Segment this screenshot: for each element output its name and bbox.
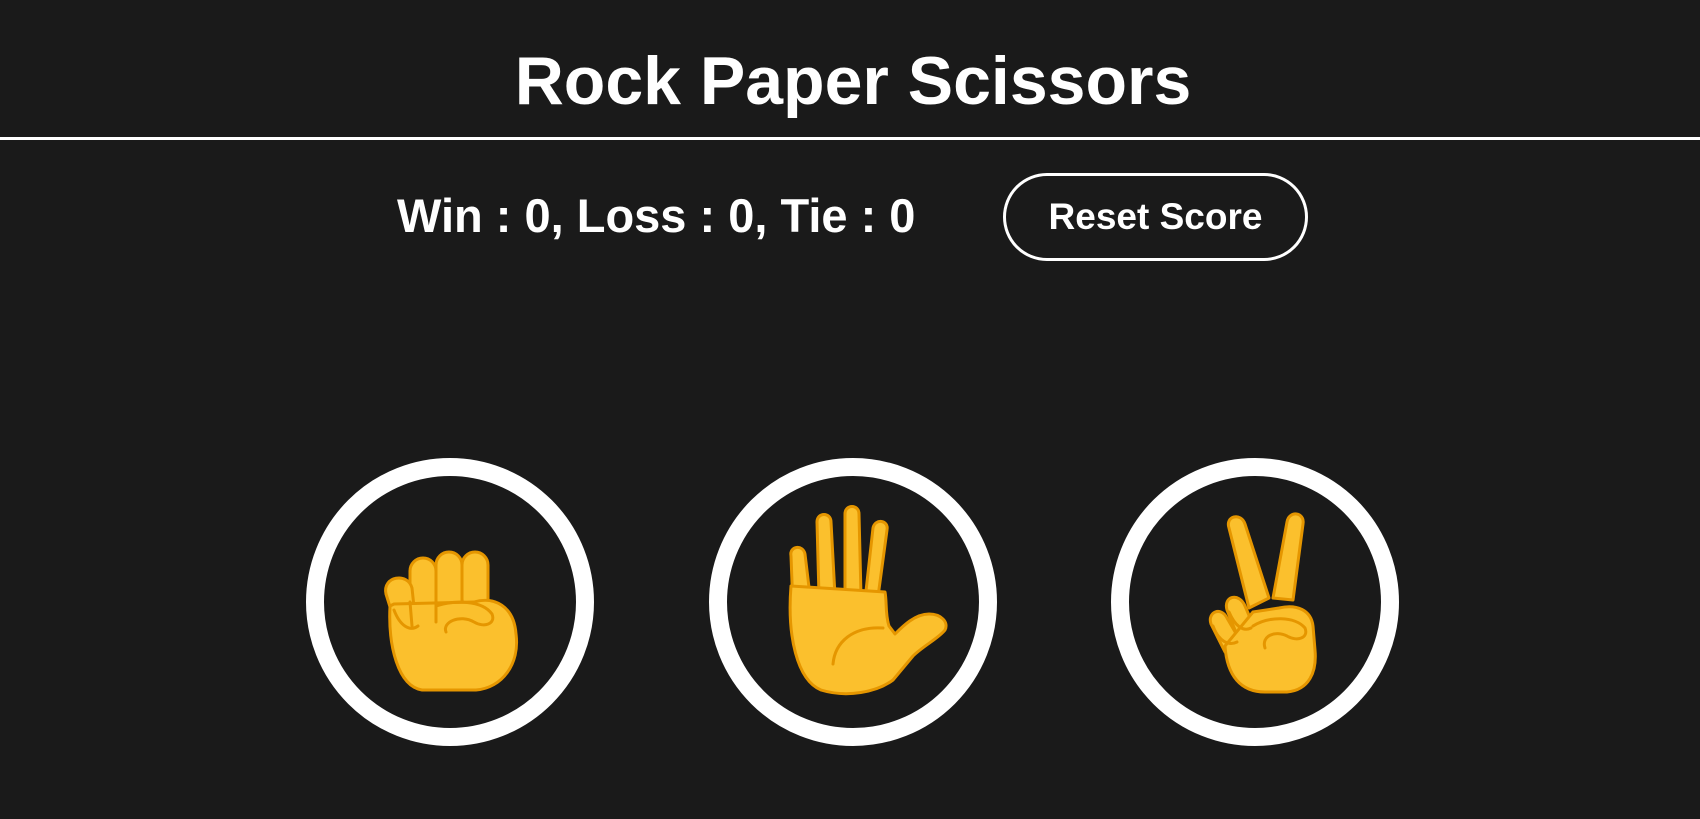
page-title: Rock Paper Scissors — [514, 43, 1192, 119]
rock-button[interactable] — [306, 458, 594, 746]
raised-hand-icon — [788, 505, 948, 696]
raised-fist-icon — [384, 550, 519, 692]
score-text: Win : 0, Loss : 0, Tie : 0 — [397, 189, 916, 242]
header-bar: Rock Paper Scissors — [0, 0, 1700, 140]
paper-button[interactable] — [709, 458, 997, 746]
reset-score-button[interactable]: Reset Score — [1003, 173, 1308, 261]
victory-hand-icon — [1208, 512, 1317, 694]
scissors-button[interactable] — [1111, 458, 1399, 746]
